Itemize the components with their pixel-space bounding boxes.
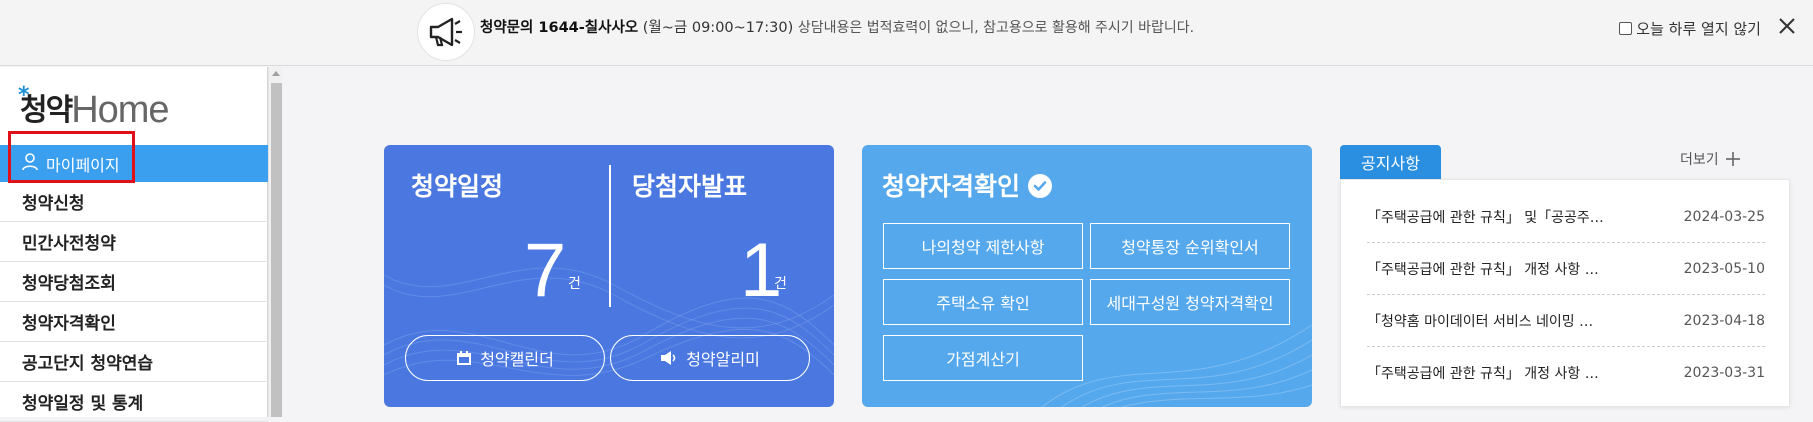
notices-panel: 「주택공급에 관한 규칙」 및「공공주… 2024-03-25 「주택공급에 관…: [1340, 179, 1790, 407]
notice-date: 2023-05-10: [1683, 260, 1765, 277]
disclaimer-text: 상담내용은 법적효력이 없으니, 참고용으로 활용해 주시기 바랍니다.: [797, 20, 1195, 36]
more-link[interactable]: 더보기: [1680, 149, 1741, 169]
my-restrictions-button[interactable]: 나의청약 제한사항: [883, 223, 1083, 269]
sidebar-scrollbar[interactable]: [268, 67, 283, 417]
qualification-title: 청약자격확인: [882, 167, 1053, 203]
phone-label: 청약문의 1644-칠사사오: [480, 20, 639, 36]
sidebar-item-apply[interactable]: 청약신청: [0, 182, 268, 222]
schedule-unit: 건: [568, 276, 581, 292]
account-rank-button[interactable]: 청약통장 순위확인서: [1090, 223, 1290, 269]
more-label: 더보기: [1680, 152, 1719, 168]
sidebar-item-private-pre-subscription[interactable]: 민간사전청약: [0, 222, 268, 262]
notice-date: 2024-03-25: [1683, 208, 1765, 225]
notice-row[interactable]: 「주택공급에 관한 규칙」 개정 사항 … 2023-03-31: [1367, 347, 1765, 399]
schedule-title: 청약일정: [411, 172, 504, 201]
qualification-card: 청약자격확인 나의청약 제한사항 청약통장 순위확인서 주택소유 확인 세대구성…: [862, 145, 1312, 407]
logo-home: Home: [71, 89, 169, 131]
check-circle-icon: [1028, 174, 1053, 198]
calendar-button[interactable]: 청약캘린더: [405, 335, 605, 381]
close-icon[interactable]: [1773, 12, 1801, 40]
house-ownership-button[interactable]: 주택소유 확인: [883, 279, 1083, 325]
logo-star-icon: *: [18, 83, 29, 108]
notice-row[interactable]: 「주택공급에 관한 규칙」 및「공공주… 2024-03-25: [1367, 191, 1765, 243]
sidebar-item-winner-lookup[interactable]: 청약당첨조회: [0, 262, 268, 302]
dont-show-today-option[interactable]: 오늘 하루 열지 않기: [1619, 18, 1761, 39]
site-logo[interactable]: * 청약 Home: [18, 83, 170, 131]
notice-title[interactable]: 「주택공급에 관한 규칙」 개정 사항 …: [1367, 259, 1599, 279]
notices-tab[interactable]: 공지사항: [1340, 145, 1441, 179]
plus-icon: [1725, 152, 1740, 166]
card-divider: [609, 165, 611, 307]
notice-date: 2023-03-31: [1683, 365, 1765, 381]
contact-notice: 청약문의 1644-칠사사오 (월~금 09:00~17:30) 상담내용은 법…: [480, 16, 1194, 37]
sidebar-menu: 마이페이지 청약신청 민간사전청약 청약당첨조회 청약자격확인 공고단지 청약연…: [0, 145, 268, 422]
notice-title[interactable]: 「청약홈 마이데이터 서비스 네이밍 …: [1367, 311, 1593, 331]
megaphone-icon: [417, 3, 475, 61]
top-notice-bar: 청약문의 1644-칠사사오 (월~금 09:00~17:30) 상담내용은 법…: [0, 0, 1813, 66]
notice-date: 2023-04-18: [1683, 312, 1765, 329]
notice-title[interactable]: 「주택공급에 관한 규칙」 및「공공주…: [1367, 207, 1604, 227]
calendar-icon: [457, 351, 472, 365]
speaker-icon: [661, 351, 676, 365]
logo-korean: * 청약: [18, 83, 73, 128]
score-calculator-button[interactable]: 가점계산기: [883, 335, 1083, 381]
sidebar-item-schedule-stats[interactable]: 청약일정 및 통계: [0, 382, 268, 422]
winners-count[interactable]: 1: [740, 233, 782, 309]
winners-unit: 건: [774, 276, 787, 292]
household-qualification-button[interactable]: 세대구성원 청약자격확인: [1090, 279, 1290, 325]
sidebar-item-qualification[interactable]: 청약자격확인: [0, 302, 268, 342]
sidebar: * 청약 Home 마이페이지 청약신청 민간사전청약 청약당첨조회 청약자격확…: [0, 67, 268, 422]
calendar-button-label: 청약캘린더: [480, 350, 554, 369]
schedule-card: 청약일정 당첨자발표 7 건 1 건 청약캘린더 청약알리미: [384, 145, 834, 407]
service-hours: (월~금 09:00~17:30): [642, 20, 794, 36]
sidebar-item-practice[interactable]: 공고단지 청약연습: [0, 342, 268, 382]
alarm-button[interactable]: 청약알리미: [610, 335, 810, 381]
notice-row[interactable]: 「주택공급에 관한 규칙」 개정 사항 … 2023-05-10: [1367, 243, 1765, 295]
scrollbar-thumb[interactable]: [271, 83, 282, 417]
notice-row[interactable]: 「청약홈 마이데이터 서비스 네이밍 … 2023-04-18: [1367, 295, 1765, 347]
dont-show-label: 오늘 하루 열지 않기: [1636, 20, 1761, 38]
highlight-box: [8, 131, 135, 183]
scroll-up-icon[interactable]: [272, 71, 280, 76]
winners-title: 당첨자발표: [632, 172, 748, 201]
dont-show-checkbox[interactable]: [1619, 22, 1633, 35]
alarm-button-label: 청약알리미: [686, 350, 760, 369]
schedule-count[interactable]: 7: [524, 233, 566, 309]
notice-title[interactable]: 「주택공급에 관한 규칙」 개정 사항 …: [1367, 363, 1599, 383]
